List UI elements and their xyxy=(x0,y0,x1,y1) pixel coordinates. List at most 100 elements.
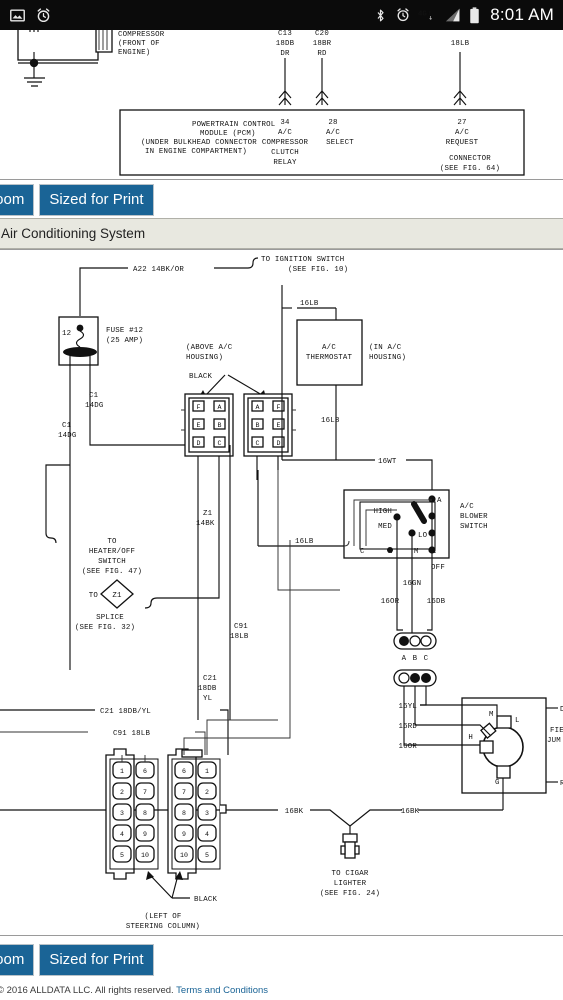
wire-c13-line3: DR xyxy=(280,50,290,58)
black-callout-label-1: BLACK xyxy=(189,373,213,381)
wire-16bk-right-diag xyxy=(349,809,402,827)
six-pin-right-cav-f: F xyxy=(277,404,281,411)
c1-left-label-line1: C1 xyxy=(62,422,72,430)
motor-terminal-l xyxy=(496,715,512,729)
splice-line2: (SEE FIG. 32) xyxy=(75,624,135,632)
above-ac-housing-line1: (ABOVE A/C xyxy=(186,344,233,352)
tpr-cav-9: 9 xyxy=(182,831,186,838)
c1-right-label-line1: C1 xyxy=(89,392,99,400)
pin-b-open xyxy=(409,635,421,647)
six-pin-right-cav-a: A xyxy=(256,404,260,411)
pcm-pin34-line2: A/C xyxy=(278,129,292,137)
tpl-cav-9: 9 xyxy=(143,831,147,838)
cigar-lighter-ground-symbol xyxy=(340,826,360,859)
status-right-icons: 4G E 8:01 AM xyxy=(373,5,563,25)
sized-for-print-button[interactable]: Sized for Print xyxy=(39,183,154,216)
fuse-label-line1: FUSE #12 xyxy=(106,327,143,335)
motor-l-label: L xyxy=(515,717,520,725)
six-pin-connector-left: F A E B D C xyxy=(181,393,234,457)
wire-c21-to-conn xyxy=(220,709,229,755)
motor-terminal-g xyxy=(496,765,511,779)
blower-switch-line1: A/C xyxy=(460,503,474,511)
tpl-cav-7: 7 xyxy=(143,789,147,796)
pcm-pin27-number: 27 xyxy=(457,119,466,127)
left-of-steering-line2: STEERING COLUMN) xyxy=(126,923,200,931)
image-icon xyxy=(9,7,26,24)
black-callout-label-2: BLACK xyxy=(194,896,218,904)
six-pin-left-cav-d: D xyxy=(197,440,201,447)
wire-16bk-left-label: 16BK xyxy=(285,808,304,816)
page-footer: © 2016 ALLDATA LLC. All rights reserved.… xyxy=(0,978,563,1000)
z1-splice-symbol: Z1 TO SPLICE (SEE FIG. 32) xyxy=(75,579,135,632)
pcm-pin34-line5: RELAY xyxy=(273,159,297,167)
z1-14bk-line2: 14BK xyxy=(196,520,215,528)
wire-16lb-mid-label: 16LB xyxy=(321,417,340,425)
wire-c20-line2: 18BR xyxy=(313,40,332,48)
wire-break-symbol xyxy=(247,257,259,269)
blower-switch-line3: SWITCH xyxy=(460,523,488,531)
terms-and-conditions-link[interactable]: Terms and Conditions xyxy=(176,985,268,996)
compressor-connector-symbol xyxy=(95,30,113,53)
diagram-toolbar-top[interactable]: Zoom Sized for Print xyxy=(0,181,563,218)
status-clock: 8:01 AM xyxy=(490,5,554,24)
wire-16gn-label: 16GN xyxy=(403,580,422,588)
page-title: Air Conditioning System xyxy=(1,226,146,241)
diagram-top-svg: COMPRESSOR (FRONT OF ENGINE) C13 18DB DR… xyxy=(17,30,525,176)
zoom-button[interactable]: Zoom xyxy=(0,183,35,216)
three-pin-connector-abc: A B C xyxy=(393,600,437,663)
heater-off-line2: HEATER/OFF xyxy=(89,548,135,556)
six-pin-connector-right: A F B E C D xyxy=(243,393,296,457)
wiring-diagram-main-panel[interactable]: A22 14BK/OR TO IGNITION SWITCH (SEE FIG.… xyxy=(0,249,563,936)
pin-c-filled xyxy=(421,673,431,683)
pcm-label-line2: MODULE (PCM) xyxy=(200,130,256,138)
alarm-clock-icon xyxy=(35,7,52,24)
tpl-cav-3: 3 xyxy=(120,810,124,817)
ten-pin-connector-left: 1 2 3 4 5 6 7 8 9 10 xyxy=(105,748,159,880)
wire-16lb-left-label: 16LB xyxy=(295,538,314,546)
tpl-cav-5: 5 xyxy=(120,852,124,859)
six-pin-left-cav-e: E xyxy=(197,422,201,429)
left-of-steering-line1: (LEFT OF xyxy=(144,913,181,921)
c21-18db-yl-line3: YL xyxy=(203,695,212,703)
motor-h-label: H xyxy=(468,734,473,742)
wire-16bk-left-diag xyxy=(310,809,351,827)
wire-16wt-right xyxy=(406,459,433,490)
c1-left-label-line2: 14DG xyxy=(58,432,77,440)
pcm-pin34-line4: CLUTCH xyxy=(271,149,299,157)
above-ac-housing-line2: HOUSING) xyxy=(186,354,223,362)
wire-16or-b-label: 16OR xyxy=(398,743,417,751)
wire-16rd-label: 16RD xyxy=(398,723,417,731)
wire-conn-right-up2 xyxy=(183,540,291,755)
to-ignition-line1: TO IGNITION SWITCH xyxy=(261,256,344,264)
copyright-line: © 2016 ALLDATA LLC. All rights reserved.… xyxy=(0,985,268,996)
splice-line1: SPLICE xyxy=(96,614,124,622)
zoom-button-bottom[interactable]: Zoom xyxy=(0,943,35,976)
pin-c-open xyxy=(420,635,432,647)
pin-a-filled xyxy=(399,636,409,646)
copyright-text: © 2016 ALLDATA LLC. All rights reserved. xyxy=(0,985,174,996)
signal-bars-icon xyxy=(445,7,462,23)
c91-18lb-line2: 18LB xyxy=(230,633,249,641)
ac-thermostat-box xyxy=(296,319,363,386)
sized-for-print-button-bottom[interactable]: Sized for Print xyxy=(39,943,154,976)
tpl-cav-10: 10 xyxy=(141,852,149,859)
wiring-diagram-top-panel[interactable]: COMPRESSOR (FRONT OF ENGINE) C13 18DB DR… xyxy=(0,30,563,180)
in-ac-housing-line2: HOUSING) xyxy=(369,354,406,362)
tpl-cav-2: 2 xyxy=(120,789,124,796)
ten-pin-connector-right: 6 7 8 9 10 1 2 3 4 5 xyxy=(167,748,227,880)
diagram-toolbar-bottom[interactable]: Zoom Sized for Print xyxy=(0,941,563,978)
conn-abc-c: C xyxy=(424,655,429,663)
svg-text:E: E xyxy=(429,10,432,16)
wire-a22-label: A22 14BK/OR xyxy=(133,266,184,274)
wire-c13-line1: C13 xyxy=(278,30,292,38)
six-pin-left-cav-f: F xyxy=(197,404,201,411)
pin-b-filled xyxy=(410,673,420,683)
cigar-lighter-line1: TO CIGAR xyxy=(331,870,368,878)
switch-lo-label: LO xyxy=(418,532,428,540)
heater-off-line1: TO xyxy=(107,538,117,546)
pcm-connector-note-line2: (SEE FIG. 64) xyxy=(440,165,500,173)
blower-switch-line2: BLOWER xyxy=(460,513,488,521)
motor-m-label: M xyxy=(489,711,494,719)
diagram-title-bar: Air Conditioning System xyxy=(0,218,563,249)
c21-18db-yl-left-label: C21 18DB/YL xyxy=(100,708,151,716)
